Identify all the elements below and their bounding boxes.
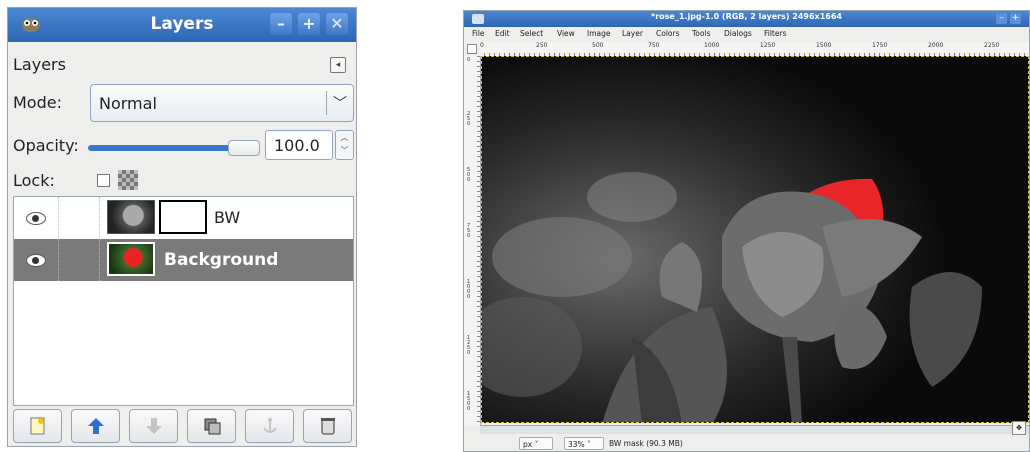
menu-select[interactable]: Select	[520, 29, 543, 38]
opacity-value: 100.0	[274, 136, 320, 155]
rose-photo	[482, 57, 1028, 422]
menu-view[interactable]: View	[557, 29, 575, 38]
menu-image[interactable]: Image	[587, 29, 611, 38]
mode-select[interactable]: Normal ﹀	[90, 84, 354, 122]
menu-edit[interactable]: Edit	[495, 29, 510, 38]
lock-alpha-checkbox[interactable]	[97, 174, 110, 187]
ruler-h-tick: 750	[648, 42, 660, 49]
anchor-layer-button[interactable]	[245, 409, 294, 443]
chevron-down-icon: ﹀	[333, 96, 347, 112]
checkerboard-icon	[118, 170, 138, 190]
duplicate-layer-button[interactable]	[187, 409, 236, 443]
layer-row-bw[interactable]: BW	[14, 197, 353, 239]
menu-layer[interactable]: Layer	[622, 29, 643, 38]
opacity-label: Opacity:	[13, 136, 79, 155]
delete-layer-button[interactable]	[303, 409, 352, 443]
zoom-select[interactable]: 33% ˅	[564, 437, 604, 450]
opacity-slider-handle[interactable]	[228, 140, 260, 156]
minimize-button[interactable]: –	[270, 13, 292, 35]
tab-menu-icon[interactable]: ◂	[330, 57, 346, 73]
ruler-v-tick: 0	[467, 57, 471, 63]
ruler-v-tick: 500	[467, 167, 471, 183]
image-title: *rose_1.jpg-1.0 (RGB, 2 layers) 2496x166…	[651, 12, 842, 21]
layer-row-background[interactable]: Background	[14, 239, 353, 281]
lower-layer-button[interactable]	[129, 409, 178, 443]
opacity-field[interactable]: 100.0	[265, 130, 333, 160]
visibility-toggle[interactable]	[14, 197, 59, 239]
ruler-h-tick: 2250	[984, 42, 1000, 49]
navigate-icon[interactable]: ✥	[1012, 421, 1026, 435]
ruler-v-tick: 750	[467, 223, 471, 239]
unit-value: px	[523, 440, 533, 449]
new-layer-button[interactable]	[13, 409, 62, 443]
image-canvas[interactable]	[481, 56, 1029, 423]
layers-titlebar[interactable]: Layers – + ✕	[8, 8, 356, 42]
mode-label: Mode:	[13, 93, 62, 112]
chain-toggle[interactable]	[59, 197, 100, 239]
ruler-h-tick: 1500	[816, 42, 832, 49]
ruler-h-tick: 250	[536, 42, 548, 49]
statusbar: px ˅ 33% ˅ BW mask (90.3 MB)	[464, 434, 1029, 451]
maximize-button[interactable]: +	[298, 13, 320, 35]
close-button[interactable]: ✕	[326, 13, 348, 35]
ruler-v-tick: 250	[467, 111, 471, 127]
ruler-h-tick: 2000	[928, 42, 944, 49]
ruler-v-tick: 1250	[467, 335, 471, 356]
chain-toggle[interactable]	[59, 239, 100, 281]
ruler-v-tick: 1000	[467, 279, 471, 300]
menu-filters[interactable]: Filters	[764, 29, 786, 38]
ruler-h-tick: 1750	[872, 42, 888, 49]
horizontal-scrollbar[interactable]	[480, 425, 1029, 434]
ruler-v-tick: 1500	[467, 391, 471, 412]
layer-name[interactable]: Background	[164, 250, 278, 270]
lock-label: Lock:	[13, 171, 55, 190]
unit-select[interactable]: px ˅	[519, 437, 553, 450]
image-window: *rose_1.jpg-1.0 (RGB, 2 layers) 2496x166…	[463, 10, 1030, 452]
menubar: File Edit Select View Image Layer Colors…	[464, 27, 1029, 40]
layer-thumbnail[interactable]	[107, 242, 155, 276]
image-titlebar[interactable]: *rose_1.jpg-1.0 (RGB, 2 layers) 2496x166…	[464, 11, 1029, 27]
layers-dialog: Layers – + ✕ Layers ◂ Mode: Normal ﹀ Opa…	[7, 7, 357, 447]
mode-value: Normal	[99, 94, 157, 113]
vertical-ruler[interactable]: 0 250 500 750 1000 1250 1500	[464, 56, 481, 426]
quick-mask-toggle[interactable]	[467, 44, 477, 54]
visibility-toggle[interactable]	[14, 239, 59, 281]
ruler-h-tick: 500	[592, 42, 604, 49]
mode-separator	[326, 91, 327, 115]
maximize-button[interactable]: +	[1010, 13, 1021, 24]
menu-dialogs[interactable]: Dialogs	[724, 29, 752, 38]
menu-tools[interactable]: Tools	[692, 29, 710, 38]
dock-tab-label: Layers	[13, 55, 66, 74]
raise-layer-button[interactable]	[71, 409, 120, 443]
eye-icon	[26, 254, 46, 267]
layer-list[interactable]: BW Background	[13, 196, 354, 406]
minimize-button[interactable]: –	[996, 13, 1007, 24]
layer-buttons-bar	[13, 409, 354, 443]
opacity-slider[interactable]	[88, 140, 260, 156]
menu-file[interactable]: File	[472, 29, 485, 38]
layer-thumbnail[interactable]	[107, 200, 155, 234]
ruler-h-tick: 1000	[704, 42, 720, 49]
menu-colors[interactable]: Colors	[656, 29, 680, 38]
opacity-stepper[interactable]: ︿ ﹀	[335, 130, 354, 160]
eye-icon	[26, 212, 46, 225]
ruler-h-tick: 1250	[760, 42, 776, 49]
layer-mask-thumbnail[interactable]	[159, 200, 207, 234]
layer-name[interactable]: BW	[214, 208, 240, 227]
ruler-h-tick: 0	[480, 42, 484, 49]
zoom-value: 33%	[568, 440, 585, 449]
status-text: BW mask (90.3 MB)	[609, 439, 683, 448]
horizontal-ruler[interactable]: 0 250 500 750 1000 1250 1500 1750 2000 2…	[480, 42, 1029, 57]
